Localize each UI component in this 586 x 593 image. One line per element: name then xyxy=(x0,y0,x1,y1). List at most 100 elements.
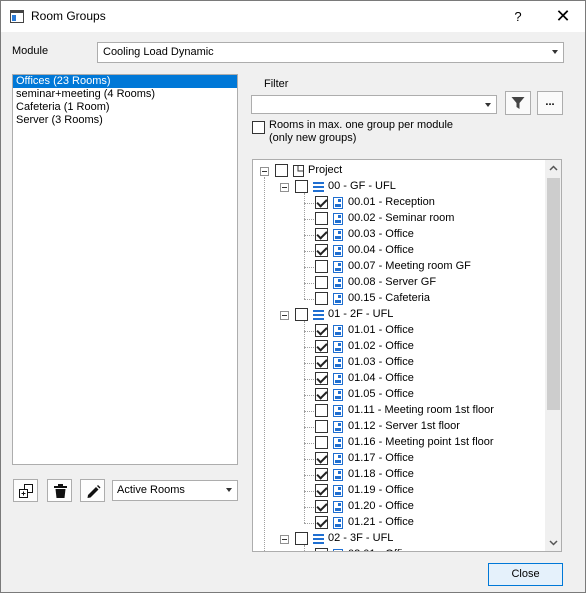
room-checkbox[interactable] xyxy=(315,340,328,353)
room-name: 00.15 - Cafeteria xyxy=(348,292,430,304)
tree-room-row[interactable]: 01.03 - Office xyxy=(253,355,545,371)
scroll-down-button[interactable] xyxy=(545,534,561,551)
room-visibility-dropdown[interactable]: Active Rooms xyxy=(112,480,238,501)
room-tree[interactable]: Project 00 - GF - UFL 00.01 - Reception 00.… xyxy=(252,159,562,552)
group-list-item[interactable]: Cafeteria (1 Room) xyxy=(13,101,237,114)
level-name: 00 - GF - UFL xyxy=(328,180,396,192)
room-icon xyxy=(333,261,343,273)
room-name: 01.03 - Office xyxy=(348,356,414,368)
room-checkbox[interactable] xyxy=(315,276,328,289)
project-checkbox[interactable] xyxy=(275,164,288,177)
room-checkbox[interactable] xyxy=(315,516,328,529)
tree-root-row[interactable]: Project xyxy=(253,163,545,179)
room-checkbox[interactable] xyxy=(315,548,328,551)
tree-room-row[interactable]: 01.17 - Office xyxy=(253,451,545,467)
tree-connector-line xyxy=(264,177,265,551)
tree-level-row[interactable]: 01 - 2F - UFL xyxy=(253,307,545,323)
rooms-one-group-label: Rooms in max. one group per module (only… xyxy=(269,119,453,145)
help-button[interactable]: ? xyxy=(501,1,535,32)
tree-room-row[interactable]: 00.04 - Office xyxy=(253,243,545,259)
delete-group-button[interactable] xyxy=(47,479,72,502)
room-icon xyxy=(333,325,343,337)
tree-level-row[interactable]: 00 - GF - UFL xyxy=(253,179,545,195)
group-list-item[interactable]: Offices (23 Rooms) xyxy=(13,75,237,88)
room-icon xyxy=(333,341,343,353)
room-name: 01.16 - Meeting point 1st floor xyxy=(348,436,494,448)
room-checkbox[interactable] xyxy=(315,388,328,401)
tree-room-row[interactable]: 00.08 - Server GF xyxy=(253,275,545,291)
group-list-item[interactable]: Server (3 Rooms) xyxy=(13,114,237,127)
room-icon xyxy=(333,357,343,369)
group-list-item[interactable]: seminar+meeting (4 Rooms) xyxy=(13,88,237,101)
tree-room-row[interactable]: 01.21 - Office xyxy=(253,515,545,531)
level-checkbox[interactable] xyxy=(295,532,308,545)
level-checkbox[interactable] xyxy=(295,308,308,321)
room-icon xyxy=(333,405,343,417)
chevron-down-icon xyxy=(226,488,232,492)
tree-room-row[interactable]: 01.19 - Office xyxy=(253,483,545,499)
tree-room-row[interactable]: 01.11 - Meeting room 1st floor xyxy=(253,403,545,419)
close-button[interactable]: Close xyxy=(488,563,563,586)
room-checkbox[interactable] xyxy=(315,436,328,449)
tree-room-row[interactable]: 01.20 - Office xyxy=(253,499,545,515)
collapse-toggle-icon[interactable] xyxy=(260,167,269,176)
room-checkbox[interactable] xyxy=(315,500,328,513)
collapse-toggle-icon[interactable] xyxy=(280,311,289,320)
room-checkbox[interactable] xyxy=(315,404,328,417)
tree-connector-line xyxy=(304,299,314,300)
room-name: 01.11 - Meeting room 1st floor xyxy=(348,404,494,416)
room-checkbox[interactable] xyxy=(315,196,328,209)
room-checkbox[interactable] xyxy=(315,484,328,497)
app-window-icon xyxy=(10,10,24,23)
tree-connector-line xyxy=(304,219,314,220)
tree-room-row[interactable]: 01.18 - Office xyxy=(253,467,545,483)
tree-room-row[interactable]: 00.07 - Meeting room GF xyxy=(253,259,545,275)
room-checkbox[interactable] xyxy=(315,452,328,465)
filter-combobox[interactable] xyxy=(251,95,497,114)
tree-connector-line xyxy=(304,283,314,284)
tree-room-row[interactable]: 01.02 - Office xyxy=(253,339,545,355)
rooms-one-group-checkbox[interactable] xyxy=(252,121,265,134)
tree-room-row[interactable]: 02.01 - Office xyxy=(253,547,545,551)
tree-room-row[interactable]: 01.05 - Office xyxy=(253,387,545,403)
collapse-toggle-icon[interactable] xyxy=(280,535,289,544)
tree-room-row[interactable]: 00.03 - Office xyxy=(253,227,545,243)
add-group-button[interactable] xyxy=(13,479,38,502)
level-checkbox[interactable] xyxy=(295,180,308,193)
chevron-down-icon[interactable] xyxy=(485,103,491,107)
room-checkbox[interactable] xyxy=(315,228,328,241)
room-icon xyxy=(333,549,343,551)
tree-vertical-scrollbar[interactable] xyxy=(545,160,561,551)
room-name: 00.01 - Reception xyxy=(348,196,435,208)
tree-connector-line xyxy=(304,321,305,523)
tree-room-row[interactable]: 00.02 - Seminar room xyxy=(253,211,545,227)
project-icon xyxy=(293,165,304,177)
room-icon xyxy=(333,421,343,433)
room-checkbox[interactable] xyxy=(315,420,328,433)
tree-room-row[interactable]: 01.04 - Office xyxy=(253,371,545,387)
room-checkbox[interactable] xyxy=(315,212,328,225)
tree-connector-line xyxy=(304,363,314,364)
tree-room-row[interactable]: 01.12 - Server 1st floor xyxy=(253,419,545,435)
tree-room-row[interactable]: 00.15 - Cafeteria xyxy=(253,291,545,307)
rename-group-button[interactable] xyxy=(80,479,105,502)
tree-room-row[interactable]: 00.01 - Reception xyxy=(253,195,545,211)
room-checkbox[interactable] xyxy=(315,260,328,273)
window-close-button[interactable]: ✕ xyxy=(541,1,585,32)
room-checkbox[interactable] xyxy=(315,292,328,305)
module-dropdown[interactable]: Cooling Load Dynamic xyxy=(97,42,564,63)
tree-room-row[interactable]: 01.01 - Office xyxy=(253,323,545,339)
room-checkbox[interactable] xyxy=(315,356,328,369)
tree-level-row[interactable]: 02 - 3F - UFL xyxy=(253,531,545,547)
room-checkbox[interactable] xyxy=(315,372,328,385)
room-checkbox[interactable] xyxy=(315,244,328,257)
filter-options-button[interactable]: ... xyxy=(537,91,563,115)
collapse-toggle-icon[interactable] xyxy=(280,183,289,192)
scroll-up-button[interactable] xyxy=(545,160,561,177)
tree-room-row[interactable]: 01.16 - Meeting point 1st floor xyxy=(253,435,545,451)
room-checkbox[interactable] xyxy=(315,468,328,481)
room-checkbox[interactable] xyxy=(315,324,328,337)
apply-filter-button[interactable] xyxy=(505,91,531,115)
group-list[interactable]: Offices (23 Rooms) seminar+meeting (4 Ro… xyxy=(12,74,238,465)
scrollbar-thumb[interactable] xyxy=(547,178,560,410)
